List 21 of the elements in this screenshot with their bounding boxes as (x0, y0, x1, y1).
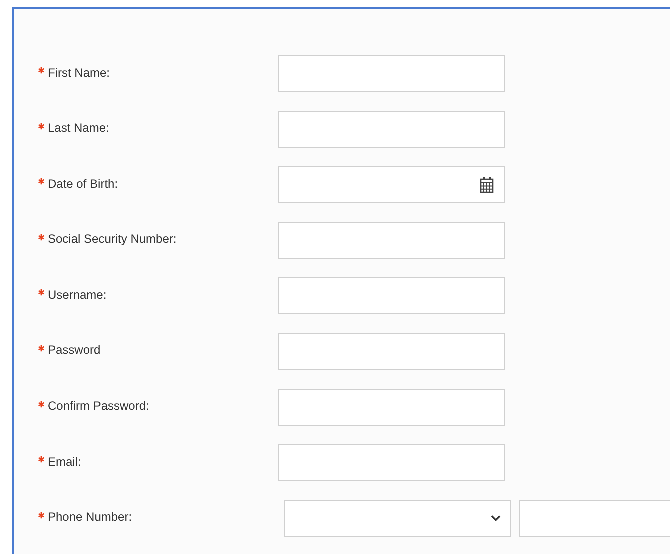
calendar-icon[interactable] (480, 176, 494, 193)
dropdown-field[interactable] (284, 500, 511, 537)
input-field[interactable] (519, 500, 670, 537)
field-label: Email: (48, 454, 82, 469)
input-field[interactable] (278, 388, 505, 426)
chevron-down-icon (491, 514, 501, 522)
field-label: Date of Birth: (48, 176, 118, 191)
input-field[interactable] (278, 55, 505, 92)
field-label: Confirm Password: (48, 399, 150, 414)
field-label: Social Security Number: (48, 232, 177, 246)
field-label: Phone Number: (48, 510, 132, 524)
field-label: Password (48, 343, 101, 358)
input-field[interactable] (278, 110, 505, 148)
field-label: First Name: (48, 66, 110, 80)
field-label: Last Name: (48, 121, 110, 136)
field-label: Username: (48, 288, 107, 302)
date-field[interactable] (278, 166, 505, 204)
input-field[interactable] (278, 222, 505, 259)
input-field[interactable] (278, 277, 505, 314)
input-field[interactable] (278, 444, 505, 482)
input-field[interactable] (278, 332, 505, 370)
